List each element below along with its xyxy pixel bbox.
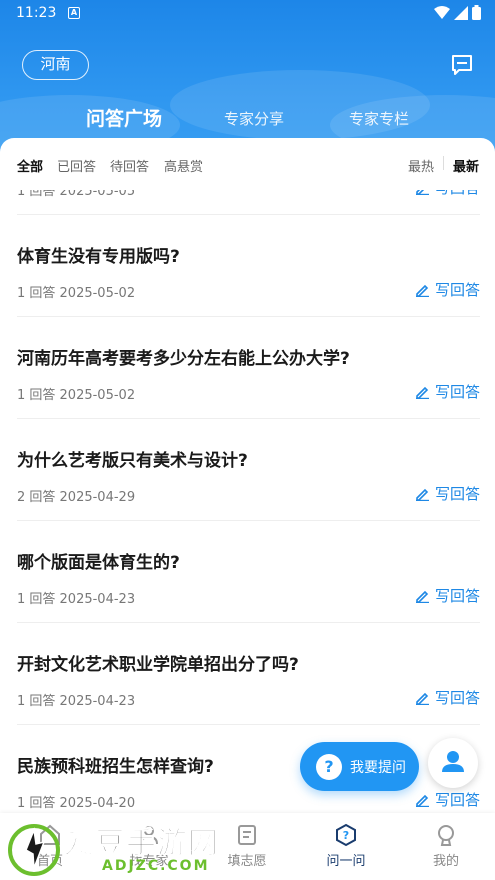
content-card: 全部 已回答 待回答 高悬赏 最热 最新 1 回答 2025-05-05 写回答…	[0, 138, 495, 880]
question-list: 1 回答 2025-05-05 写回答 体育生没有专用版吗? 1 回答 2025…	[0, 190, 495, 880]
question-title[interactable]: 为什么艺考版只有美术与设计?	[17, 446, 248, 471]
write-answer-label: 写回答	[434, 791, 480, 809]
wifi-icon	[434, 5, 450, 19]
write-answer-button[interactable]: 写回答	[415, 687, 480, 708]
question-row-partial[interactable]: 1 回答 2025-05-05 写回答	[17, 190, 480, 215]
tab-expert-share[interactable]: 专家分享	[224, 108, 284, 129]
pencil-icon	[415, 692, 429, 705]
write-answer-button[interactable]: 写回答	[415, 585, 480, 606]
pencil-icon	[415, 488, 429, 501]
nav-label: 问一问	[326, 854, 366, 869]
question-meta: 1 回答 2025-05-02	[17, 388, 136, 403]
question-row[interactable]: 哪个版面是体育生的? 1 回答 2025-04-23 写回答	[17, 521, 480, 623]
question-meta: 2 回答 2025-04-29	[17, 490, 136, 505]
filter-answered[interactable]: 已回答	[57, 156, 96, 175]
question-meta: 1 回答 2025-04-23	[17, 592, 136, 607]
notification-icon: A	[68, 7, 80, 19]
status-time: 11:23	[16, 5, 57, 21]
signal-icon	[454, 5, 468, 20]
filter-all[interactable]: 全部	[17, 156, 43, 175]
nav-ask[interactable]: ? 问一问	[306, 823, 386, 869]
write-answer-button[interactable]: 写回答	[415, 279, 480, 300]
question-title[interactable]: 河南历年高考要考多少分左右能上公办大学?	[17, 344, 350, 369]
question-title[interactable]: 民族预科班招生怎样查询?	[17, 752, 214, 777]
message-icon[interactable]	[451, 54, 473, 76]
question-title[interactable]: 体育生没有专用版吗?	[17, 242, 180, 267]
svg-text:?: ?	[343, 829, 349, 842]
write-answer-label: 写回答	[434, 485, 480, 503]
question-meta: 1 回答 2025-05-02	[17, 286, 136, 301]
ask-question-label: 我要提问	[350, 759, 406, 776]
tab-expert-column[interactable]: 专家专栏	[349, 108, 409, 129]
pencil-icon	[415, 386, 429, 399]
profile-fab-button[interactable]	[428, 738, 478, 788]
sort-newest[interactable]: 最新	[453, 156, 479, 175]
filter-bar: 全部 已回答 待回答 高悬赏 最热 最新	[0, 138, 495, 190]
question-row[interactable]: 体育生没有专用版吗? 1 回答 2025-05-02 写回答	[17, 215, 480, 317]
pencil-icon	[415, 284, 429, 297]
write-answer-label: 写回答	[434, 281, 480, 299]
status-bar: 11:23 A	[0, 0, 495, 28]
region-selector-button[interactable]: 河南	[22, 50, 89, 80]
write-answer-button[interactable]: 写回答	[415, 190, 480, 198]
question-row[interactable]: 河南历年高考要考多少分左右能上公办大学? 1 回答 2025-05-02 写回答	[17, 317, 480, 419]
write-answer-button[interactable]: 写回答	[415, 483, 480, 504]
sort-hottest[interactable]: 最热	[408, 156, 434, 175]
watermark-title: 爱豆手游网	[64, 826, 219, 862]
watermark: 爱豆手游网 ADJZC.COM	[6, 818, 266, 880]
sort-divider	[443, 156, 444, 170]
question-icon: ?	[336, 823, 356, 847]
pencil-icon	[415, 190, 429, 195]
ask-question-button[interactable]: ? 我要提问	[300, 742, 419, 791]
profile-icon	[438, 825, 454, 846]
watermark-domain: ADJZC.COM	[102, 858, 210, 874]
pencil-icon	[415, 590, 429, 603]
write-answer-label: 写回答	[434, 383, 480, 401]
question-row[interactable]: 开封文化艺术职业学院单招出分了吗? 1 回答 2025-04-23 写回答	[17, 623, 480, 725]
question-icon: ?	[316, 753, 342, 780]
write-answer-label: 写回答	[435, 190, 480, 198]
nav-mine[interactable]: 我的	[406, 823, 486, 869]
question-meta: 1 回答 2025-04-23	[17, 694, 136, 709]
battery-icon	[472, 5, 481, 20]
write-answer-button[interactable]: 写回答	[415, 789, 480, 810]
watermark-logo-icon	[8, 824, 60, 876]
write-answer-label: 写回答	[434, 587, 480, 605]
pencil-icon	[415, 794, 429, 807]
question-title[interactable]: 哪个版面是体育生的?	[17, 548, 180, 573]
nav-label: 我的	[432, 854, 459, 869]
filter-high-reward[interactable]: 高悬赏	[164, 156, 203, 175]
question-meta: 1 回答 2025-05-05	[17, 190, 136, 199]
question-title[interactable]: 开封文化艺术职业学院单招出分了吗?	[17, 650, 299, 675]
question-meta: 1 回答 2025-04-20	[17, 796, 136, 811]
question-row[interactable]: 为什么艺考版只有美术与设计? 2 回答 2025-04-29 写回答	[17, 419, 480, 521]
system-icons	[434, 5, 481, 20]
write-answer-label: 写回答	[434, 689, 480, 707]
tab-qa-square[interactable]: 问答广场	[86, 104, 162, 131]
top-tabs: 问答广场 专家分享 专家专栏	[0, 108, 495, 138]
filter-unanswered[interactable]: 待回答	[110, 156, 149, 175]
user-icon	[442, 751, 464, 772]
write-answer-button[interactable]: 写回答	[415, 381, 480, 402]
